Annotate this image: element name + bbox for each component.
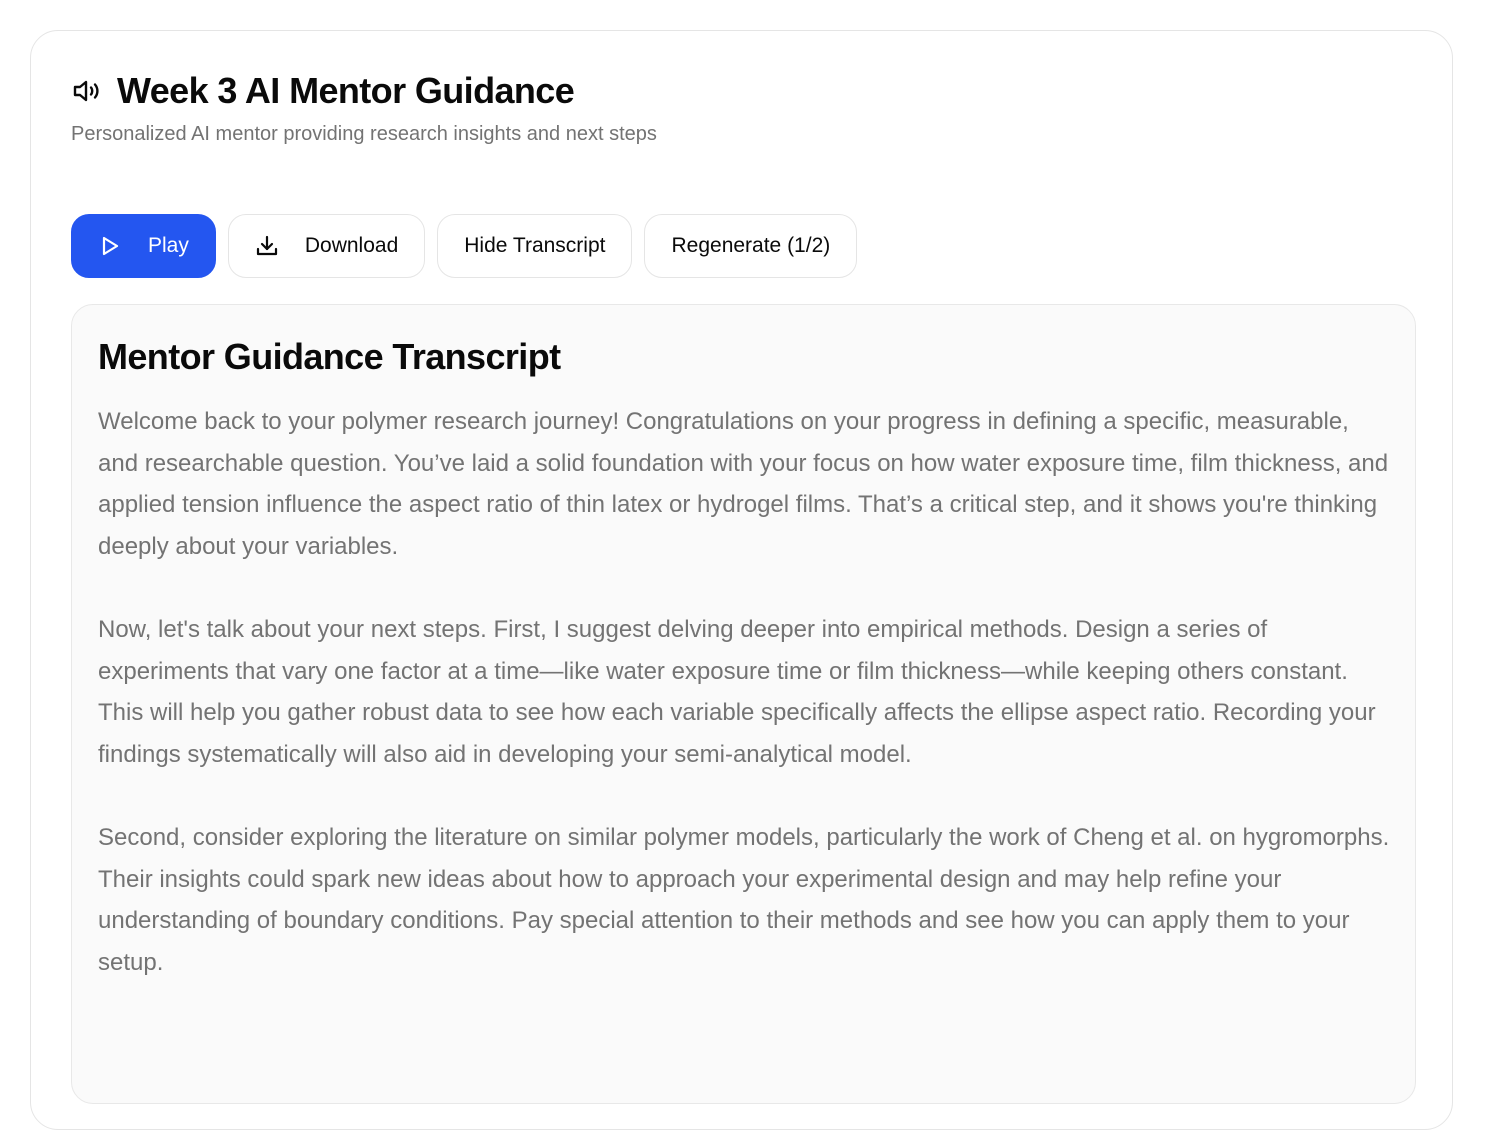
transcript-paragraph: Second, consider exploring the literatur… [98,823,1390,976]
page-subtitle: Personalized AI mentor providing researc… [71,123,657,145]
regenerate-label: Regenerate (1/2) [671,234,831,257]
regenerate-button[interactable]: Regenerate (1/2) [644,214,858,278]
download-label: Download [304,234,399,257]
transcript-paragraph: Now, let's talk about your next steps. F… [98,615,1376,768]
card-header: Week 3 AI Mentor Guidance [71,69,575,113]
download-icon [255,234,279,258]
hide-transcript-label: Hide Transcript [464,234,606,257]
guidance-card: Week 3 AI Mentor Guidance Personalized A… [30,30,1453,1130]
transcript-title: Mentor Guidance Transcript [98,336,561,377]
transcript-paragraph: Welcome back to your polymer research jo… [98,408,1389,560]
speaker-icon [71,75,103,107]
transcript-body: Welcome back to your polymer research jo… [98,401,1393,1025]
play-button[interactable]: Play [71,214,216,278]
transcript-panel: Mentor Guidance Transcript Welcome back … [71,304,1416,1104]
hide-transcript-button[interactable]: Hide Transcript [437,214,633,278]
download-button[interactable]: Download [227,214,426,278]
play-icon [98,234,122,258]
play-label: Play [148,234,189,257]
action-bar: Play Download Hide Transcript Regenerate… [71,214,858,278]
page-title: Week 3 AI Mentor Guidance [117,70,575,111]
